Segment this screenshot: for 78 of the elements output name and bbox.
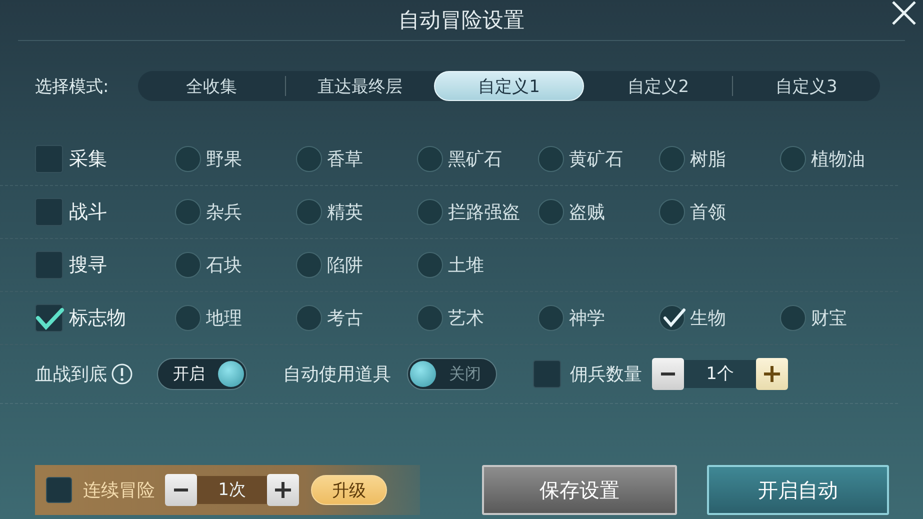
setting-label: 自动使用道具 [283,363,391,386]
checkbox[interactable] [35,304,63,332]
option-checkbox[interactable] [780,146,806,172]
option-label: 黑矿石 [448,148,502,171]
option-label: 艺术 [448,307,484,330]
option-checkbox[interactable] [659,199,685,225]
option-label: 杂兵 [206,201,242,224]
plus-icon [275,482,291,498]
minus-button[interactable] [165,474,197,506]
checkbox[interactable] [533,360,561,388]
mode-tab[interactable]: 自定义2 [584,71,732,101]
category-label: 搜寻 [69,253,107,278]
mode-tab[interactable]: 全收集 [138,71,286,101]
option-checkbox[interactable] [175,146,201,172]
action-button[interactable]: 开启自动 [707,465,889,515]
option-label: 盗贼 [569,201,605,224]
checkbox[interactable] [35,145,63,173]
option-label: 陷阱 [327,254,363,277]
option-checkbox[interactable] [175,305,201,331]
plus-button[interactable] [756,358,788,390]
option-checkbox[interactable] [175,252,201,278]
option-label: 野果 [206,148,242,171]
option-checkbox[interactable] [296,199,322,225]
option-label: 地理 [206,307,242,330]
action-button[interactable]: 保存设置 [482,465,677,515]
toggle-switch[interactable]: 开启 [157,358,247,390]
option-label: 神学 [569,307,605,330]
option-label: 树脂 [690,148,726,171]
mode-tab[interactable]: 自定义3 [732,71,880,101]
minus-icon [661,372,675,376]
category-label: 采集 [69,147,107,172]
option-label: 植物油 [811,148,865,171]
option-checkbox[interactable] [417,146,443,172]
option-label: 财宝 [811,307,847,330]
option-label: 黄矿石 [569,148,623,171]
checkbox[interactable] [35,198,63,226]
option-label: 考古 [327,307,363,330]
option-label: 石块 [206,254,242,277]
mode-tab[interactable]: 直达最终层 [286,71,434,101]
plus-icon [764,366,780,382]
count-value: 1次 [197,476,267,504]
option-label: 首领 [690,201,726,224]
option-label: 生物 [690,307,726,330]
toggle-switch[interactable]: 关闭 [407,358,497,390]
category-label: 标志物 [69,306,126,331]
upgrade-button[interactable]: 升级 [311,475,387,505]
option-checkbox[interactable] [296,252,322,278]
count-value: 1个 [684,360,756,388]
window-title: 自动冒险设置 [398,7,524,34]
option-checkbox[interactable] [780,305,806,331]
close-icon[interactable] [891,0,917,26]
option-checkbox[interactable] [538,146,564,172]
continuous-label: 连续冒险 [83,479,155,502]
option-checkbox[interactable] [296,146,322,172]
category-label: 战斗 [69,200,107,225]
option-label: 拦路强盗 [448,201,520,224]
option-label: 香草 [327,148,363,171]
option-checkbox[interactable] [417,252,443,278]
option-checkbox[interactable] [175,199,201,225]
setting-label: 佣兵数量 [570,363,642,386]
checkbox[interactable] [35,251,63,279]
option-checkbox[interactable] [417,305,443,331]
minus-icon [174,488,188,492]
option-checkbox[interactable] [659,146,685,172]
checkbox[interactable] [46,477,72,503]
option-checkbox[interactable] [417,199,443,225]
option-checkbox[interactable] [659,305,685,331]
option-label: 土堆 [448,254,484,277]
setting-label: 血战到底 [35,363,107,386]
minus-button[interactable] [652,358,684,390]
mode-label: 选择模式: [35,76,110,98]
plus-button[interactable] [267,474,299,506]
option-checkbox[interactable] [296,305,322,331]
option-checkbox[interactable] [538,199,564,225]
mode-tab[interactable]: 自定义1 [434,71,584,101]
option-checkbox[interactable] [538,305,564,331]
info-icon[interactable] [111,363,133,385]
option-label: 精英 [327,201,363,224]
